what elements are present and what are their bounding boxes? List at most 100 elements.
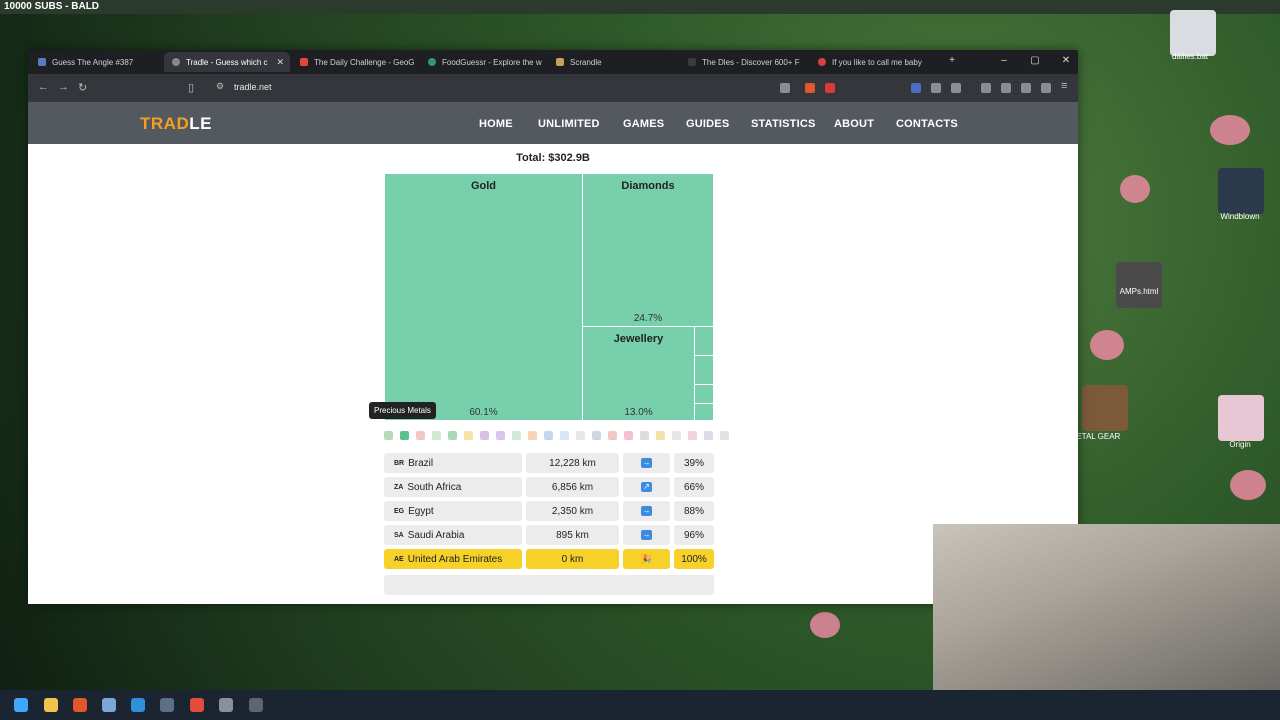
category-dot[interactable] <box>432 431 441 440</box>
tab-foodguessr[interactable]: FoodGuessr - Explore the w <box>420 52 544 72</box>
tab-guess-the-angle[interactable]: Guess The Angle #387 <box>30 52 162 72</box>
guess-row: BR Brazil 12,228 km → 39% <box>384 453 714 473</box>
origin-icon[interactable] <box>1218 395 1264 441</box>
close-window-icon[interactable]: ✕ <box>1059 55 1073 66</box>
nav-games[interactable]: GAMES <box>623 118 664 130</box>
wallpaper-flower <box>1210 115 1250 145</box>
tradle-logo[interactable]: TRADLE <box>140 114 212 134</box>
category-dot[interactable] <box>608 431 617 440</box>
guess-distance: 6,856 km <box>526 477 619 497</box>
brave-rewards-icon[interactable] <box>825 83 835 93</box>
chrome-icon[interactable] <box>190 698 204 712</box>
metal-gear-icon[interactable] <box>1082 385 1128 431</box>
brave-icon[interactable] <box>73 698 87 712</box>
windblown-icon[interactable] <box>1218 168 1264 214</box>
category-dot[interactable] <box>656 431 665 440</box>
category-dot[interactable] <box>480 431 489 440</box>
sidebar-icon[interactable] <box>981 83 991 93</box>
vpn-icon[interactable] <box>1021 83 1031 93</box>
tab-scrandle[interactable]: Scrandle <box>548 52 672 72</box>
wallet-icon[interactable] <box>1041 83 1051 93</box>
category-dot[interactable] <box>576 431 585 440</box>
nav-contacts[interactable]: CONTACTS <box>896 118 958 130</box>
extensions-puzzle-icon[interactable] <box>1001 83 1011 93</box>
guess-country: SA Saudi Arabia <box>384 525 522 545</box>
category-dot[interactable] <box>400 431 409 440</box>
tab-the-dles[interactable]: The Dles - Discover 600+ F <box>680 52 804 72</box>
dailies-bat-icon[interactable] <box>1170 10 1216 56</box>
category-dot[interactable] <box>592 431 601 440</box>
treemap-cell-small[interactable] <box>694 355 714 385</box>
desktop-icon-label: Origin <box>1229 440 1251 449</box>
category-dot[interactable] <box>704 431 713 440</box>
direction-arrow-icon: → <box>641 530 652 540</box>
guess-row: SA Saudi Arabia 895 km → 96% <box>384 525 714 545</box>
tab-tradle[interactable]: Tradle - Guess which c ✕ <box>164 52 290 72</box>
tab-youtube-music[interactable]: If you like to call me baby <box>810 52 934 72</box>
category-dot[interactable] <box>688 431 697 440</box>
treemap-cell-small[interactable] <box>694 403 714 421</box>
brave-shields-icon[interactable] <box>805 83 815 93</box>
category-dot[interactable] <box>384 431 393 440</box>
category-dot[interactable] <box>464 431 473 440</box>
guess-proximity: 39% <box>674 453 714 473</box>
back-icon[interactable]: ← <box>38 81 49 93</box>
guess-row: ZA South Africa 6,856 km ↗ 66% <box>384 477 714 497</box>
category-color-legend <box>384 431 729 441</box>
start-icon[interactable] <box>14 698 28 712</box>
extension-icon[interactable] <box>931 83 941 93</box>
menu-icon[interactable]: ≡ <box>1061 80 1067 92</box>
app-icon[interactable] <box>160 698 174 712</box>
category-dot[interactable] <box>624 431 633 440</box>
category-dot[interactable] <box>640 431 649 440</box>
treemap-cell-gold[interactable]: Gold 60.1% <box>384 173 583 421</box>
category-dot[interactable] <box>672 431 681 440</box>
treemap-cell-small[interactable] <box>694 326 714 356</box>
edge-icon[interactable] <box>131 698 145 712</box>
category-dot[interactable] <box>560 431 569 440</box>
new-tab-icon[interactable]: + <box>945 55 959 66</box>
category-dot[interactable] <box>448 431 457 440</box>
category-tooltip: Precious Metals <box>369 402 436 419</box>
app-icon[interactable] <box>102 698 116 712</box>
site-info-icon[interactable]: ⚙ <box>216 81 224 92</box>
nav-home[interactable]: HOME <box>479 118 513 130</box>
game-content: Total: $302.9B Gold 60.1% Diamonds 24.7%… <box>28 144 1078 604</box>
nav-statistics[interactable]: STATISTICS <box>751 118 816 130</box>
app-icon[interactable] <box>219 698 233 712</box>
guess-distance: 12,228 km <box>526 453 619 473</box>
category-dot[interactable] <box>496 431 505 440</box>
amps-html-icon[interactable] <box>1116 262 1162 308</box>
category-dot[interactable] <box>720 431 729 440</box>
nav-guides[interactable]: GUIDES <box>686 118 729 130</box>
nav-unlimited[interactable]: UNLIMITED <box>538 118 600 130</box>
treemap-cell-diamonds[interactable]: Diamonds 24.7% <box>582 173 714 327</box>
category-dot[interactable] <box>528 431 537 440</box>
forward-icon[interactable]: → <box>58 81 69 93</box>
category-dot[interactable] <box>416 431 425 440</box>
tab-geoguessr-daily[interactable]: The Daily Challenge - GeoG <box>292 52 416 72</box>
maximize-icon[interactable]: ▢ <box>1028 55 1042 66</box>
wallpaper-flower <box>1230 470 1266 500</box>
category-dot[interactable] <box>544 431 553 440</box>
category-dot[interactable] <box>512 431 521 440</box>
treemap-cell-small[interactable] <box>694 384 714 404</box>
dles-icon <box>688 58 696 66</box>
browser-window: Guess The Angle #387 Tradle - Guess whic… <box>28 50 1078 604</box>
scrandle-icon <box>556 58 564 66</box>
url-field[interactable]: tradle.net <box>234 82 272 92</box>
reload-icon[interactable]: ↻ <box>78 81 87 94</box>
share-icon[interactable] <box>780 83 790 93</box>
extension-icon[interactable] <box>911 83 921 93</box>
treemap-cell-jewellery[interactable]: Jewellery 13.0% <box>582 326 695 421</box>
bookmark-icon[interactable]: ▯ <box>188 81 194 94</box>
guess-proximity: 100% <box>674 549 714 569</box>
tab-favicon-icon <box>38 58 46 66</box>
file-explorer-icon[interactable] <box>44 698 58 712</box>
extension-icon[interactable] <box>951 83 961 93</box>
close-tab-icon[interactable]: ✕ <box>276 57 284 68</box>
empty-guess-row <box>384 575 714 595</box>
app-icon[interactable] <box>249 698 263 712</box>
nav-about[interactable]: ABOUT <box>834 118 874 130</box>
minimize-icon[interactable]: – <box>997 55 1011 66</box>
